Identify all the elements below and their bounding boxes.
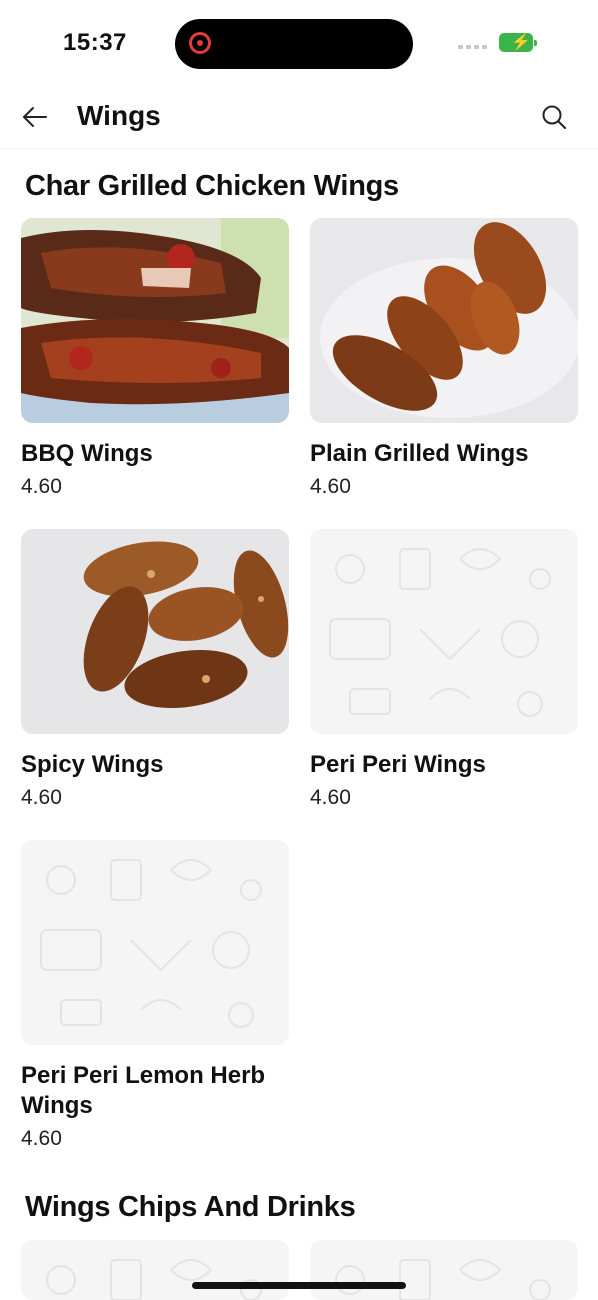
plain-grilled-wings-photo xyxy=(310,218,578,423)
section-title: Wings Chips And Drinks xyxy=(25,1191,356,1223)
bbq-wings-photo xyxy=(21,218,289,423)
item-name: Peri Peri Wings xyxy=(310,751,486,778)
item-price: 4.60 xyxy=(310,786,351,809)
item-name: BBQ Wings xyxy=(21,440,153,467)
section-title: Char Grilled Chicken Wings xyxy=(25,170,399,202)
recording-icon xyxy=(189,32,211,54)
placeholder-image xyxy=(310,529,578,734)
menu-item-card[interactable]: Plain Grilled Wings 4.60 xyxy=(310,218,578,499)
menu-item-card[interactable]: Peri Peri Lemon Herb Wings 4.60 xyxy=(21,840,289,1151)
menu-item-card[interactable]: BBQ Wings 4.60 xyxy=(21,218,289,499)
page-title: Wings xyxy=(77,100,161,131)
item-name: Peri Peri Lemon Herb Wings xyxy=(21,1062,266,1119)
menu-item-card[interactable]: Spicy Wings 4.60 xyxy=(21,529,289,810)
menu-item-card[interactable]: Peri Peri Wings 4.60 xyxy=(310,529,578,810)
placeholder-image xyxy=(21,840,289,1045)
item-price: 4.60 xyxy=(21,786,62,809)
item-name: Spicy Wings xyxy=(21,751,164,778)
back-arrow-icon[interactable] xyxy=(20,102,50,132)
placeholder-image xyxy=(310,1240,578,1300)
menu-item-card[interactable] xyxy=(21,1240,289,1300)
item-price: 4.60 xyxy=(310,475,351,498)
status-time: 15:37 xyxy=(63,29,127,56)
item-price: 4.60 xyxy=(21,1127,62,1150)
item-price: 4.60 xyxy=(21,475,62,498)
app-bar: Wings xyxy=(0,88,598,149)
battery-charging-icon: ⚡ xyxy=(499,33,537,52)
dynamic-island xyxy=(175,19,413,69)
status-bar: 15:37 ⚡ xyxy=(0,0,598,88)
home-indicator[interactable] xyxy=(192,1282,406,1289)
item-name: Plain Grilled Wings xyxy=(310,440,529,467)
signal-icon xyxy=(458,45,487,49)
placeholder-image xyxy=(21,1240,289,1300)
spicy-wings-photo xyxy=(21,529,289,734)
search-icon[interactable] xyxy=(540,103,568,131)
menu-item-card[interactable] xyxy=(310,1240,578,1300)
